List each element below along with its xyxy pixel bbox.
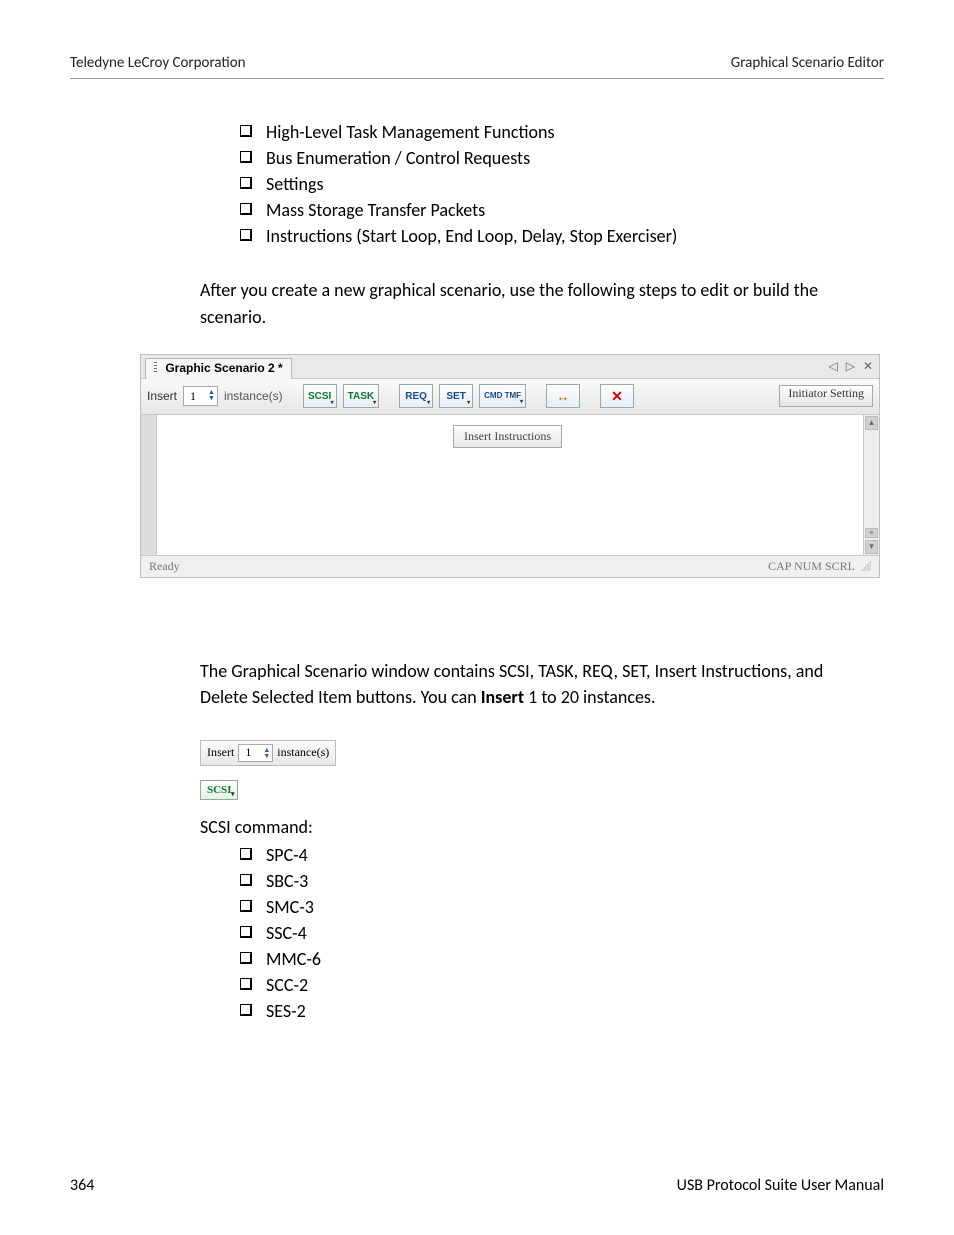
delete-button[interactable]: ✕ <box>600 384 634 408</box>
scsi-button[interactable]: SCSI▾ <box>303 384 337 408</box>
feature-list: High-Level Task Management Functions Bus… <box>200 119 864 249</box>
req-button[interactable]: REQ▾ <box>399 384 433 408</box>
scroll-up-icon[interactable]: ▴ <box>865 416 878 430</box>
list-item: MMC-6 <box>240 946 864 972</box>
set-button[interactable]: SET▾ <box>439 384 473 408</box>
insert-count-input[interactable] <box>243 744 261 761</box>
scsi-button-snippet[interactable]: SCSI▾ <box>200 780 238 800</box>
list-item: SCC-2 <box>240 972 864 998</box>
insert-count-stepper[interactable]: ▲▼ <box>183 386 218 406</box>
instance-label: instance(s) <box>224 389 283 403</box>
header-right: Graphical Scenario Editor <box>731 54 884 72</box>
insert-label: Insert <box>207 745 234 760</box>
task-button[interactable]: TASK▾ <box>343 384 379 408</box>
insert-count-input[interactable] <box>188 388 206 405</box>
instance-label: instance(s) <box>277 745 329 760</box>
tab-graphic-scenario[interactable]: Graphic Scenario 2 * <box>145 358 292 379</box>
tab-close-icon[interactable]: ✕ <box>863 359 873 373</box>
list-item: Bus Enumeration / Control Requests <box>240 145 864 171</box>
status-indicators: CAP NUM SCRL <box>768 559 855 574</box>
scsi-command-label: SCSI command: <box>200 816 864 838</box>
instructions-button[interactable]: ↔ <box>546 384 580 408</box>
grip-icon <box>154 362 157 374</box>
header-left: Teledyne LeCroy Corporation <box>70 54 246 72</box>
intro-paragraph: After you create a new graphical scenari… <box>200 277 864 329</box>
page-number: 364 <box>70 1176 94 1195</box>
list-item: Mass Storage Transfer Packets <box>240 197 864 223</box>
insert-instructions-button[interactable]: Insert Instructions <box>453 425 562 448</box>
insert-control-snippet: Insert ▲▼ instance(s) <box>200 740 336 766</box>
editor-canvas: Insert Instructions ▴ ≡ ▾ <box>141 415 879 555</box>
manual-title: USB Protocol Suite User Manual <box>677 1176 884 1195</box>
insert-count-stepper[interactable]: ▲▼ <box>238 744 273 762</box>
list-item: SES-2 <box>240 998 864 1024</box>
description-paragraph: The Graphical Scenario window contains S… <box>200 658 864 710</box>
list-item: Settings <box>240 171 864 197</box>
initiator-setting-button[interactable]: Initiator Setting <box>779 385 873 407</box>
list-item: SBC-3 <box>240 868 864 894</box>
list-item: SMC-3 <box>240 894 864 920</box>
resize-grip-icon[interactable] <box>861 561 871 571</box>
list-item: SSC-4 <box>240 920 864 946</box>
scroll-grip-icon[interactable]: ≡ <box>865 528 878 538</box>
tab-next-icon[interactable]: ▷ <box>846 359 855 373</box>
tab-bar: Graphic Scenario 2 * ◁ ▷ ✕ <box>141 355 879 379</box>
status-bar: Ready CAP NUM SCRL <box>141 555 879 577</box>
stepper-arrows-icon[interactable]: ▲▼ <box>263 747 270 759</box>
scsi-command-list: SPC-4 SBC-3 SMC-3 SSC-4 MMC-6 SCC-2 SES-… <box>200 842 864 1025</box>
insert-label: Insert <box>147 389 177 403</box>
list-item: High-Level Task Management Functions <box>240 119 864 145</box>
tab-prev-icon[interactable]: ◁ <box>828 359 837 373</box>
status-ready: Ready <box>149 559 180 574</box>
stepper-arrows-icon[interactable]: ▲▼ <box>208 390 215 402</box>
cmd-button[interactable]: CMD TMF▾ <box>479 384 526 408</box>
graphical-scenario-window: Graphic Scenario 2 * ◁ ▷ ✕ Insert ▲▼ ins… <box>140 354 880 578</box>
list-item: SPC-4 <box>240 842 864 868</box>
toolbar: Insert ▲▼ instance(s) SCSI▾ TASK▾ REQ▾ S… <box>141 379 879 415</box>
gutter <box>141 415 157 555</box>
list-item: Instructions (Start Loop, End Loop, Dela… <box>240 223 864 249</box>
scroll-down-icon[interactable]: ▾ <box>865 540 878 554</box>
tab-title: Graphic Scenario 2 * <box>165 361 282 375</box>
vertical-scrollbar[interactable]: ▴ ≡ ▾ <box>863 415 879 555</box>
